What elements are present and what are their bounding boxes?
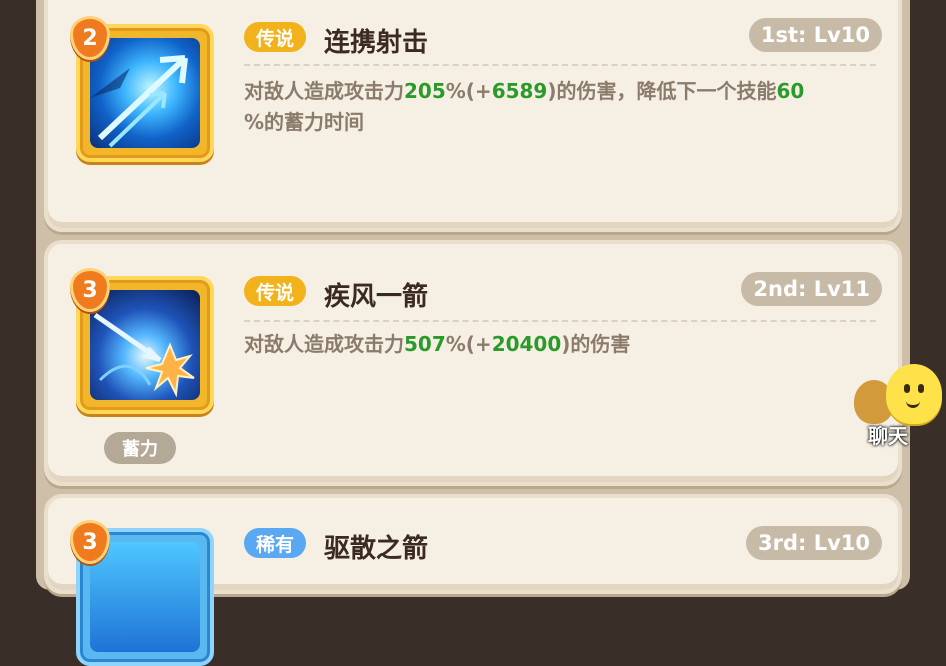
dispel-arrow-icon bbox=[90, 542, 200, 652]
rarity-badge: 传说 bbox=[244, 22, 307, 52]
skill-card[interactable]: 3 稀有 驱散之箭 3rd: Lv10 bbox=[44, 494, 902, 666]
skill-name: 疾风一箭 bbox=[324, 282, 429, 312]
skill-name: 连携射击 bbox=[324, 28, 429, 58]
skill-rank-badge: 2nd: Lv11 bbox=[741, 272, 882, 306]
rarity-badge: 传说 bbox=[244, 276, 307, 306]
linked-shot-icon bbox=[90, 38, 200, 148]
charge-tag: 蓄力 bbox=[104, 432, 176, 464]
skill-description: 对敌人造成攻击力507%(+20400)的伤害 bbox=[244, 332, 631, 356]
chat-mascot-icon bbox=[886, 364, 942, 424]
skill-card[interactable]: 3 蓄力 传说 疾风一箭 2nd: Lv11 对敌人造成攻击力507%(+204… bbox=[44, 240, 902, 486]
skill-icon-frame[interactable]: 3 bbox=[70, 268, 214, 414]
gale-arrow-icon bbox=[90, 290, 200, 400]
skill-card[interactable]: 2 传说 连携射击 1st: Lv10 对敌人造成攻击力205%(+6589)的… bbox=[44, 0, 902, 232]
divider bbox=[244, 64, 876, 66]
skill-icon-frame[interactable]: 2 bbox=[70, 16, 214, 162]
chat-button[interactable]: 聊天 bbox=[852, 362, 946, 448]
chat-label: 聊天 bbox=[868, 424, 908, 448]
skill-rank-badge: 3rd: Lv10 bbox=[745, 526, 882, 560]
divider bbox=[244, 320, 876, 322]
skill-rank-badge: 1st: Lv10 bbox=[748, 18, 882, 52]
rarity-badge: 稀有 bbox=[244, 528, 307, 558]
skill-name: 驱散之箭 bbox=[324, 534, 429, 564]
skill-icon-frame[interactable]: 3 bbox=[70, 520, 214, 666]
skill-description: 对敌人造成攻击力205%(+6589)的伤害，降低下一个技能60 %的蓄力时间 bbox=[244, 79, 805, 134]
